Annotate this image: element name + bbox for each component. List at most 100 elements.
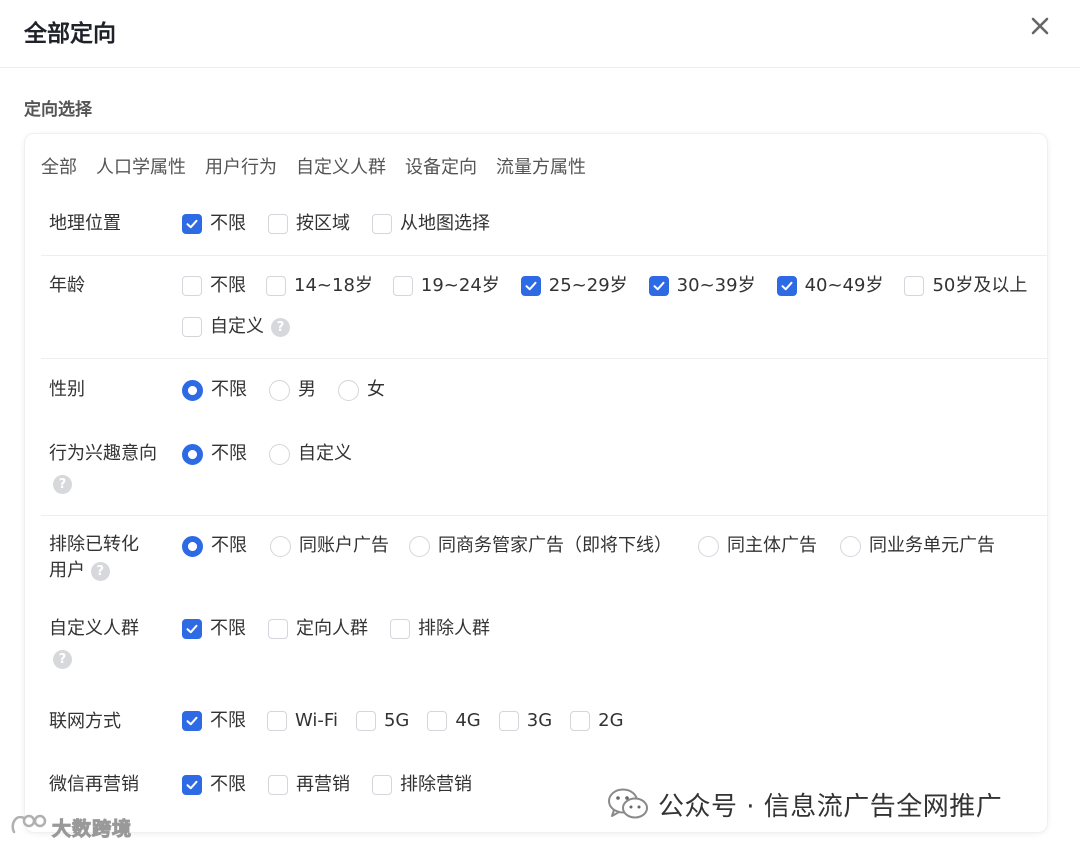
option-6-1[interactable]: Wi-Fi: [267, 708, 338, 734]
checkbox[interactable]: [498, 711, 519, 731]
option-age-custom[interactable]: 自定义 ?: [182, 314, 290, 340]
checkbox-age-custom[interactable]: [182, 317, 202, 337]
option-6-0[interactable]: 不限: [182, 708, 246, 734]
option-2-1[interactable]: 男: [269, 377, 316, 403]
checkbox[interactable]: [570, 711, 591, 731]
tab-all[interactable]: 全部: [41, 154, 77, 182]
option-label: Wi-Fi: [295, 710, 338, 731]
options-location: 不限 按区域 从地图选择: [182, 211, 490, 237]
section-title: 定向选择: [24, 100, 92, 120]
option-2-0[interactable]: 不限: [182, 377, 247, 403]
option-3-1[interactable]: 自定义: [269, 441, 352, 467]
options-network: 不限 Wi-Fi 5G 4G 3G 2G: [182, 708, 624, 734]
option-label: 不限: [210, 213, 246, 234]
tab-user-behavior[interactable]: 用户行为: [205, 154, 277, 182]
checkbox[interactable]: [427, 711, 448, 731]
option-label: 30~39岁: [676, 275, 756, 296]
option-5-2[interactable]: 排除人群: [390, 616, 490, 642]
option-4-1[interactable]: 同账户广告: [270, 533, 389, 559]
option-4-4[interactable]: 同业务单元广告: [840, 533, 995, 559]
option-6-4[interactable]: 3G: [498, 708, 552, 734]
option-label: 女: [367, 379, 385, 400]
checkbox[interactable]: [182, 276, 202, 296]
option-1-1[interactable]: 14~18岁: [266, 273, 373, 299]
tab-demographics[interactable]: 人口学属性: [96, 154, 186, 182]
dialog-title: 全部定向: [24, 21, 116, 47]
radio-selected[interactable]: [182, 443, 203, 465]
divider: [41, 515, 1047, 516]
checkbox[interactable]: [355, 711, 376, 731]
option-label: 不限: [211, 443, 247, 464]
radio[interactable]: [270, 535, 291, 557]
checkbox-checked[interactable]: [776, 276, 797, 296]
option-label: 不限: [211, 535, 247, 556]
option-label: 不限: [210, 710, 246, 731]
checkbox-checked[interactable]: [520, 276, 541, 296]
option-1-2[interactable]: 19~24岁: [392, 273, 500, 299]
divider: [41, 358, 1047, 359]
checkbox[interactable]: [390, 619, 410, 639]
option-label: 25~29岁: [548, 275, 628, 296]
option-5-1[interactable]: 定向人群: [268, 616, 368, 642]
option-1-3[interactable]: 25~29岁: [520, 273, 628, 299]
checkbox-checked[interactable]: [182, 711, 202, 731]
row-label-wechat-remarketing: 微信再营销: [49, 774, 139, 795]
option-7-0[interactable]: 不限: [182, 772, 246, 798]
checkbox[interactable]: [268, 214, 288, 234]
checkbox[interactable]: [372, 214, 392, 234]
option-7-1[interactable]: 再营销: [268, 772, 350, 798]
option-0-2[interactable]: 从地图选择: [372, 211, 490, 237]
tab-bar: 全部 人口学属性 用户行为 自定义人群 设备定向 流量方属性: [41, 154, 605, 182]
option-6-2[interactable]: 5G: [355, 708, 409, 734]
radio[interactable]: [840, 535, 861, 557]
tab-traffic-attributes[interactable]: 流量方属性: [496, 154, 586, 182]
divider: [41, 255, 1047, 256]
row-label-age: 年龄: [49, 275, 85, 296]
options-gender: 不限 男 女: [182, 377, 385, 403]
radio[interactable]: [698, 535, 719, 557]
option-4-0[interactable]: 不限: [182, 533, 247, 559]
option-6-5[interactable]: 2G: [570, 708, 624, 734]
dialog-header: 全部定向: [0, 0, 1080, 68]
checkbox[interactable]: [392, 276, 413, 296]
checkbox-checked[interactable]: [648, 276, 669, 296]
radio[interactable]: [269, 443, 290, 465]
option-1-0[interactable]: 不限: [182, 273, 246, 299]
option-7-2[interactable]: 排除营销: [372, 772, 472, 798]
option-1-5[interactable]: 40~49岁: [776, 273, 884, 299]
close-icon[interactable]: [1026, 12, 1054, 40]
checkbox[interactable]: [267, 711, 287, 731]
options-custom-audience: 不限 定向人群 排除人群: [182, 616, 490, 642]
option-2-2[interactable]: 女: [338, 377, 385, 403]
radio-selected[interactable]: [182, 379, 203, 401]
radio-selected[interactable]: [182, 535, 203, 557]
checkbox[interactable]: [904, 276, 925, 296]
radio[interactable]: [409, 535, 430, 557]
option-5-0[interactable]: 不限: [182, 616, 246, 642]
checkbox[interactable]: [372, 775, 392, 795]
checkbox-checked[interactable]: [182, 775, 202, 795]
tab-device[interactable]: 设备定向: [405, 154, 477, 182]
option-label: 40~49岁: [804, 275, 884, 296]
tab-custom-audience[interactable]: 自定义人群: [296, 154, 386, 182]
radio[interactable]: [338, 379, 359, 401]
option-0-0[interactable]: 不限: [182, 211, 246, 237]
option-4-3[interactable]: 同主体广告: [698, 533, 817, 559]
checkbox[interactable]: [268, 619, 288, 639]
question-circle-icon: ?: [90, 561, 110, 581]
option-label: 同账户广告: [299, 535, 389, 556]
option-1-6[interactable]: 50岁及以上: [904, 273, 1027, 299]
option-6-3[interactable]: 4G: [427, 708, 481, 734]
option-1-4[interactable]: 30~39岁: [648, 273, 756, 299]
checkbox[interactable]: [266, 276, 286, 296]
checkbox[interactable]: [268, 775, 288, 795]
option-3-0[interactable]: 不限: [182, 441, 247, 467]
question-circle-icon: ?: [53, 650, 72, 669]
option-4-2[interactable]: 同商务管家广告（即将下线）: [409, 533, 672, 559]
radio[interactable]: [269, 379, 290, 401]
option-0-1[interactable]: 按区域: [268, 211, 350, 237]
checkbox-checked[interactable]: [182, 619, 202, 639]
checkbox-checked[interactable]: [182, 214, 202, 234]
option-label: 按区域: [296, 213, 350, 234]
options-age: 不限 14~18岁 19~24岁 25~29岁 30~39岁 40~49岁 50岁及以上: [182, 273, 1027, 299]
